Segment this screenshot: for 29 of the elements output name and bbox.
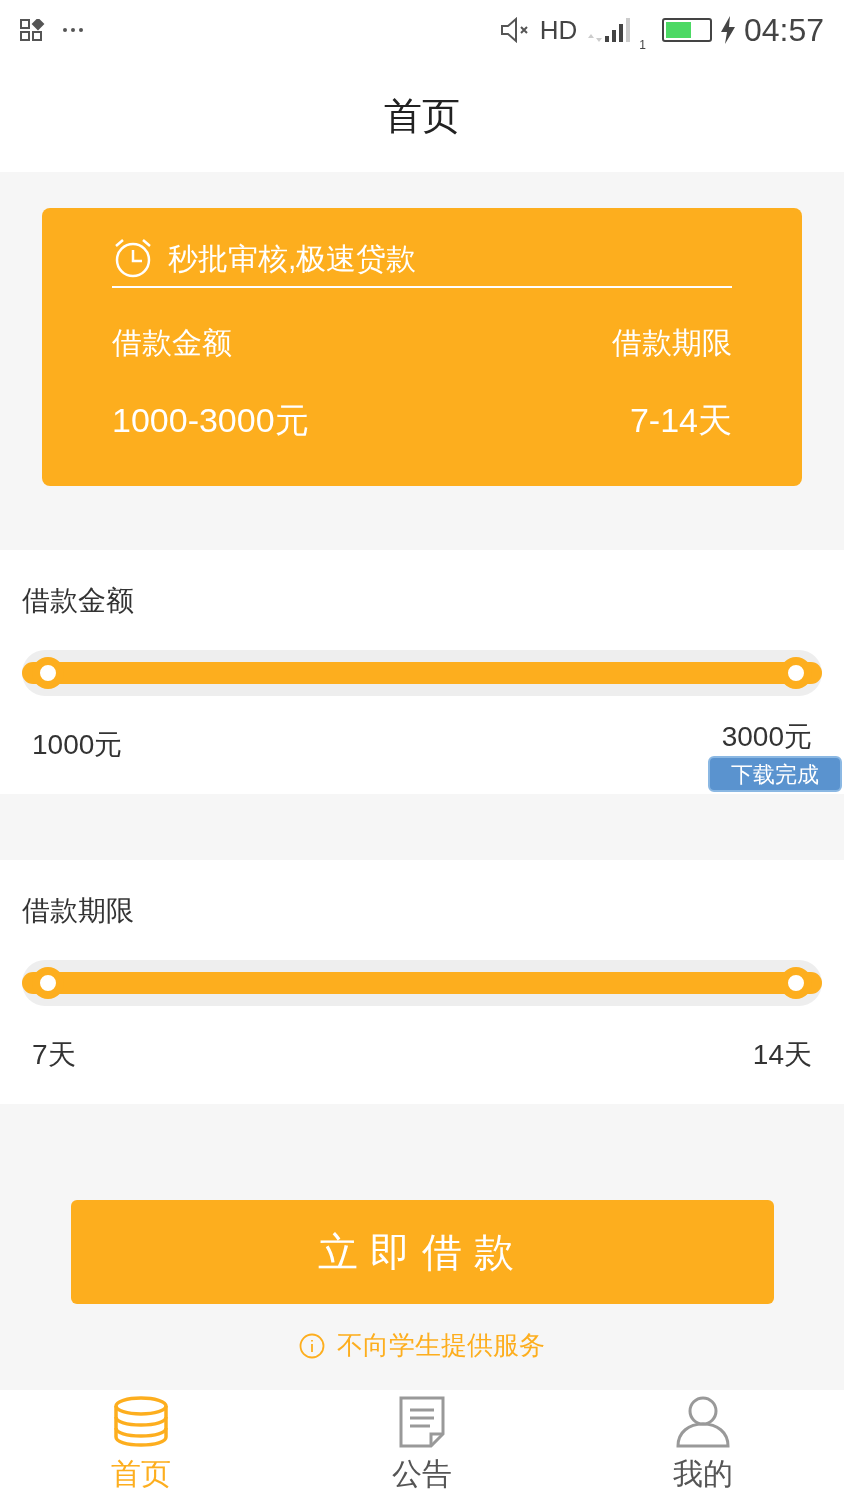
- tab-item[interactable]: 公告: [281, 1390, 563, 1500]
- slider-track[interactable]: [22, 960, 822, 1006]
- slider-label: 借款期限: [22, 894, 135, 928]
- slider-label: 借款金额: [22, 584, 135, 618]
- slider-min-value: 7天: [32, 1038, 76, 1072]
- apps-icon: [20, 19, 46, 41]
- slider-max-value: 14天: [752, 1038, 812, 1072]
- slider-min-value: 1000元: [32, 728, 123, 762]
- term-label: 借款期限: [612, 325, 732, 361]
- battery-icon: [661, 18, 712, 42]
- more-icon: [62, 27, 84, 33]
- info-icon: [299, 1332, 325, 1359]
- amount-value: 1000-3000元: [112, 400, 309, 441]
- notice-text: 不向学生提供服务: [337, 1329, 545, 1362]
- toast: 下载完成: [708, 756, 842, 792]
- tab-item[interactable]: 我的: [562, 1390, 844, 1500]
- document-icon: [398, 1394, 446, 1449]
- network-label: HD: [539, 13, 578, 47]
- slider-max-value: 3000元: [721, 720, 812, 754]
- clock: 04:57: [743, 11, 824, 50]
- person-icon: [675, 1394, 732, 1449]
- amount-label: 借款金额: [112, 325, 232, 361]
- card-heading: 秒批审核,极速贷款: [168, 240, 417, 277]
- term-value: 7-14天: [629, 400, 732, 441]
- coins-icon: [112, 1394, 169, 1449]
- page-title: 首页: [384, 93, 460, 139]
- charging-icon: [719, 16, 736, 44]
- sim-label: 1: [639, 37, 646, 54]
- slider-track[interactable]: [22, 650, 822, 696]
